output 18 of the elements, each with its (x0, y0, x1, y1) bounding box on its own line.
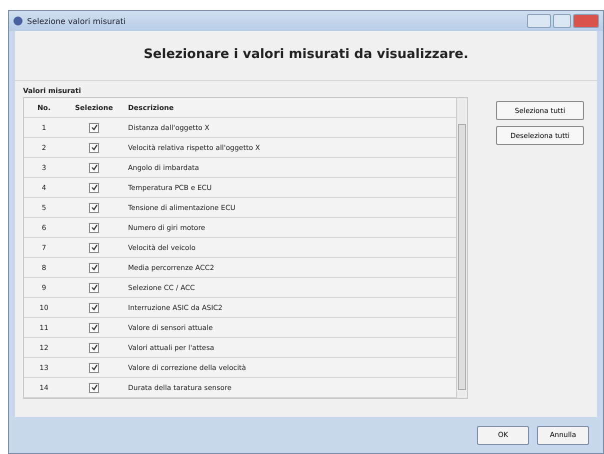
checkbox[interactable] (89, 182, 99, 192)
scrollbar[interactable] (456, 98, 467, 398)
checkbox[interactable] (89, 222, 99, 232)
checkbox[interactable] (89, 282, 99, 292)
checkbox[interactable] (89, 362, 99, 372)
checkbox[interactable] (89, 122, 99, 132)
checkbox[interactable] (89, 322, 99, 332)
checkbox[interactable] (89, 302, 99, 312)
checkbox[interactable] (89, 142, 99, 152)
checkbox[interactable] (89, 382, 99, 392)
checkbox[interactable] (89, 162, 99, 172)
checkbox[interactable] (89, 262, 99, 272)
window-title: Selezione valori misurati (27, 16, 126, 26)
checkbox[interactable] (89, 242, 99, 252)
checkbox[interactable] (89, 202, 99, 212)
checkbox[interactable] (89, 342, 99, 352)
app-icon (13, 16, 23, 26)
dialog-heading: Selezionare i valori misurati da visualizzare. (15, 31, 597, 81)
